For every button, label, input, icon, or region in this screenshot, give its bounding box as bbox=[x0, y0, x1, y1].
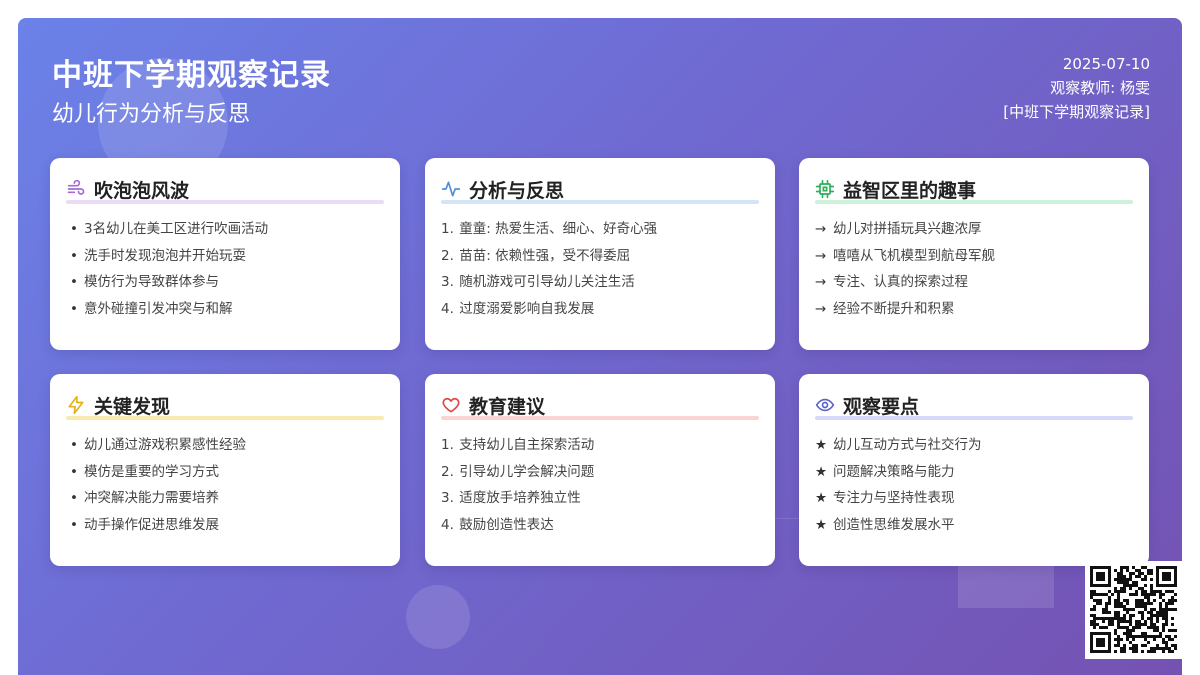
qr-code-image bbox=[1090, 566, 1177, 653]
list-item: ★ 幼儿互动方式与社交行为 bbox=[815, 437, 982, 453]
qr-code[interactable] bbox=[1085, 561, 1183, 659]
card-header: 关键发现 bbox=[66, 392, 384, 420]
card-analysis-reflection: 分析与反思 1. 童童: 热爱生活、细心、好奇心强 2. 苗苗: 依赖性强，受不… bbox=[425, 158, 775, 350]
card-education-suggestions: 教育建议 1. 支持幼儿自主探索活动 2. 引导幼儿学会解决问题 3. 适度放手… bbox=[425, 374, 775, 566]
list-item: 冲突解决能力需要培养 bbox=[66, 485, 384, 512]
card-puzzle-area: 益智区里的趣事 → 幼儿对拼插玩具兴趣浓厚 → 嘻嘻从飞机模型到航母军舰 → 专注、认… bbox=[799, 158, 1149, 350]
numbered-list: 1. 支持幼儿自主探索活动 2. 引导幼儿学会解决问题 3. 适度放手培养独立性… bbox=[441, 432, 759, 538]
bullet-list: 幼儿通过游戏积累感性经验 模仿是重要的学习方式 冲突解决能力需要培养 动手操作促… bbox=[66, 432, 384, 538]
wind-icon bbox=[66, 179, 86, 199]
header-meta: 2025-07-10 观察教师: 杨雯 [中班下学期观察记录] bbox=[1003, 52, 1150, 124]
card-observation-points: 观察要点 ★ 幼儿互动方式与社交行为 ★ 问题解决策略与能力 ★ 专注力与坚持性表现 … bbox=[799, 374, 1149, 566]
list-item: → 专注、认真的探索过程 bbox=[815, 274, 968, 290]
list-item: 1. 支持幼儿自主探索活动 bbox=[441, 437, 595, 453]
card-title: 益智区里的趣事 bbox=[843, 179, 977, 202]
heart-icon bbox=[441, 395, 461, 415]
card-title: 教育建议 bbox=[469, 395, 546, 418]
card-title: 观察要点 bbox=[843, 395, 920, 418]
list-item: ★ 创造性思维发展水平 bbox=[815, 516, 955, 533]
list-item: → 经验不断提升和积累 bbox=[815, 300, 955, 317]
list-item: → 幼儿对拼插玩具兴趣浓厚 bbox=[815, 221, 982, 237]
list-item: 3名幼儿在美工区进行吹画活动 bbox=[66, 216, 384, 243]
list-item: → 嘻嘻从飞机模型到航母军舰 bbox=[815, 247, 995, 264]
chip-icon bbox=[815, 179, 835, 199]
list-item: 幼儿通过游戏积累感性经验 bbox=[66, 432, 384, 459]
list-item: 4. 鼓励创造性表达 bbox=[441, 516, 554, 533]
card-header: 观察要点 bbox=[815, 392, 1133, 420]
card-title: 分析与反思 bbox=[469, 179, 565, 202]
observer-teacher: 观察教师: 杨雯 bbox=[1050, 79, 1150, 97]
list-item: 3. 适度放手培养独立性 bbox=[441, 490, 581, 506]
card-header: 吹泡泡风波 bbox=[66, 176, 384, 204]
record-tag: [中班下学期观察记录] bbox=[1003, 103, 1150, 121]
arrow-list: → 幼儿对拼插玩具兴趣浓厚 → 嘻嘻从飞机模型到航母军舰 → 专注、认真的探索过程 →… bbox=[815, 216, 1133, 322]
card-title: 吹泡泡风波 bbox=[94, 179, 190, 202]
bullet-list: 3名幼儿在美工区进行吹画活动 洗手时发现泡泡并开始玩耍 模仿行为导致群体参与 意… bbox=[66, 216, 384, 322]
card-bubble-incident: 吹泡泡风波 3名幼儿在美工区进行吹画活动 洗手时发现泡泡并开始玩耍 模仿行为导致… bbox=[50, 158, 400, 350]
list-item: 洗手时发现泡泡并开始玩耍 bbox=[66, 243, 384, 270]
list-item: ★ 专注力与坚持性表现 bbox=[815, 490, 955, 506]
page-subtitle: 幼儿行为分析与反思 bbox=[52, 102, 251, 127]
eye-icon bbox=[815, 395, 835, 415]
decor-circle-small bbox=[406, 585, 470, 649]
card-key-findings: 关键发现 幼儿通过游戏积累感性经验 模仿是重要的学习方式 冲突解决能力需要培养 … bbox=[50, 374, 400, 566]
card-header: 分析与反思 bbox=[441, 176, 759, 204]
observation-date: 2025-07-10 bbox=[1062, 55, 1150, 73]
list-item: 3. 随机游戏可引导幼儿关注生活 bbox=[441, 274, 635, 290]
page-title: 中班下学期观察记录 bbox=[52, 58, 331, 93]
list-item: 1. 童童: 热爱生活、细心、好奇心强 bbox=[441, 221, 658, 237]
card-title: 关键发现 bbox=[94, 395, 171, 418]
list-item: 意外碰撞引发冲突与和解 bbox=[66, 296, 384, 323]
card-header: 教育建议 bbox=[441, 392, 759, 420]
card-header: 益智区里的趣事 bbox=[815, 176, 1133, 204]
list-item: ★ 问题解决策略与能力 bbox=[815, 463, 955, 480]
star-list: ★ 幼儿互动方式与社交行为 ★ 问题解决策略与能力 ★ 专注力与坚持性表现 ★ 创造性思… bbox=[815, 432, 1133, 538]
list-item: 模仿行为导致群体参与 bbox=[66, 269, 384, 296]
list-item: 2. 引导幼儿学会解决问题 bbox=[441, 463, 595, 480]
list-item: 2. 苗苗: 依赖性强，受不得委屈 bbox=[441, 247, 631, 264]
activity-icon bbox=[441, 179, 461, 199]
list-item: 模仿是重要的学习方式 bbox=[66, 459, 384, 486]
lightning-icon bbox=[66, 395, 86, 415]
list-item: 动手操作促进思维发展 bbox=[66, 512, 384, 539]
list-item: 4. 过度溺爱影响自我发展 bbox=[441, 300, 595, 317]
numbered-list: 1. 童童: 热爱生活、细心、好奇心强 2. 苗苗: 依赖性强，受不得委屈 3.… bbox=[441, 216, 759, 322]
